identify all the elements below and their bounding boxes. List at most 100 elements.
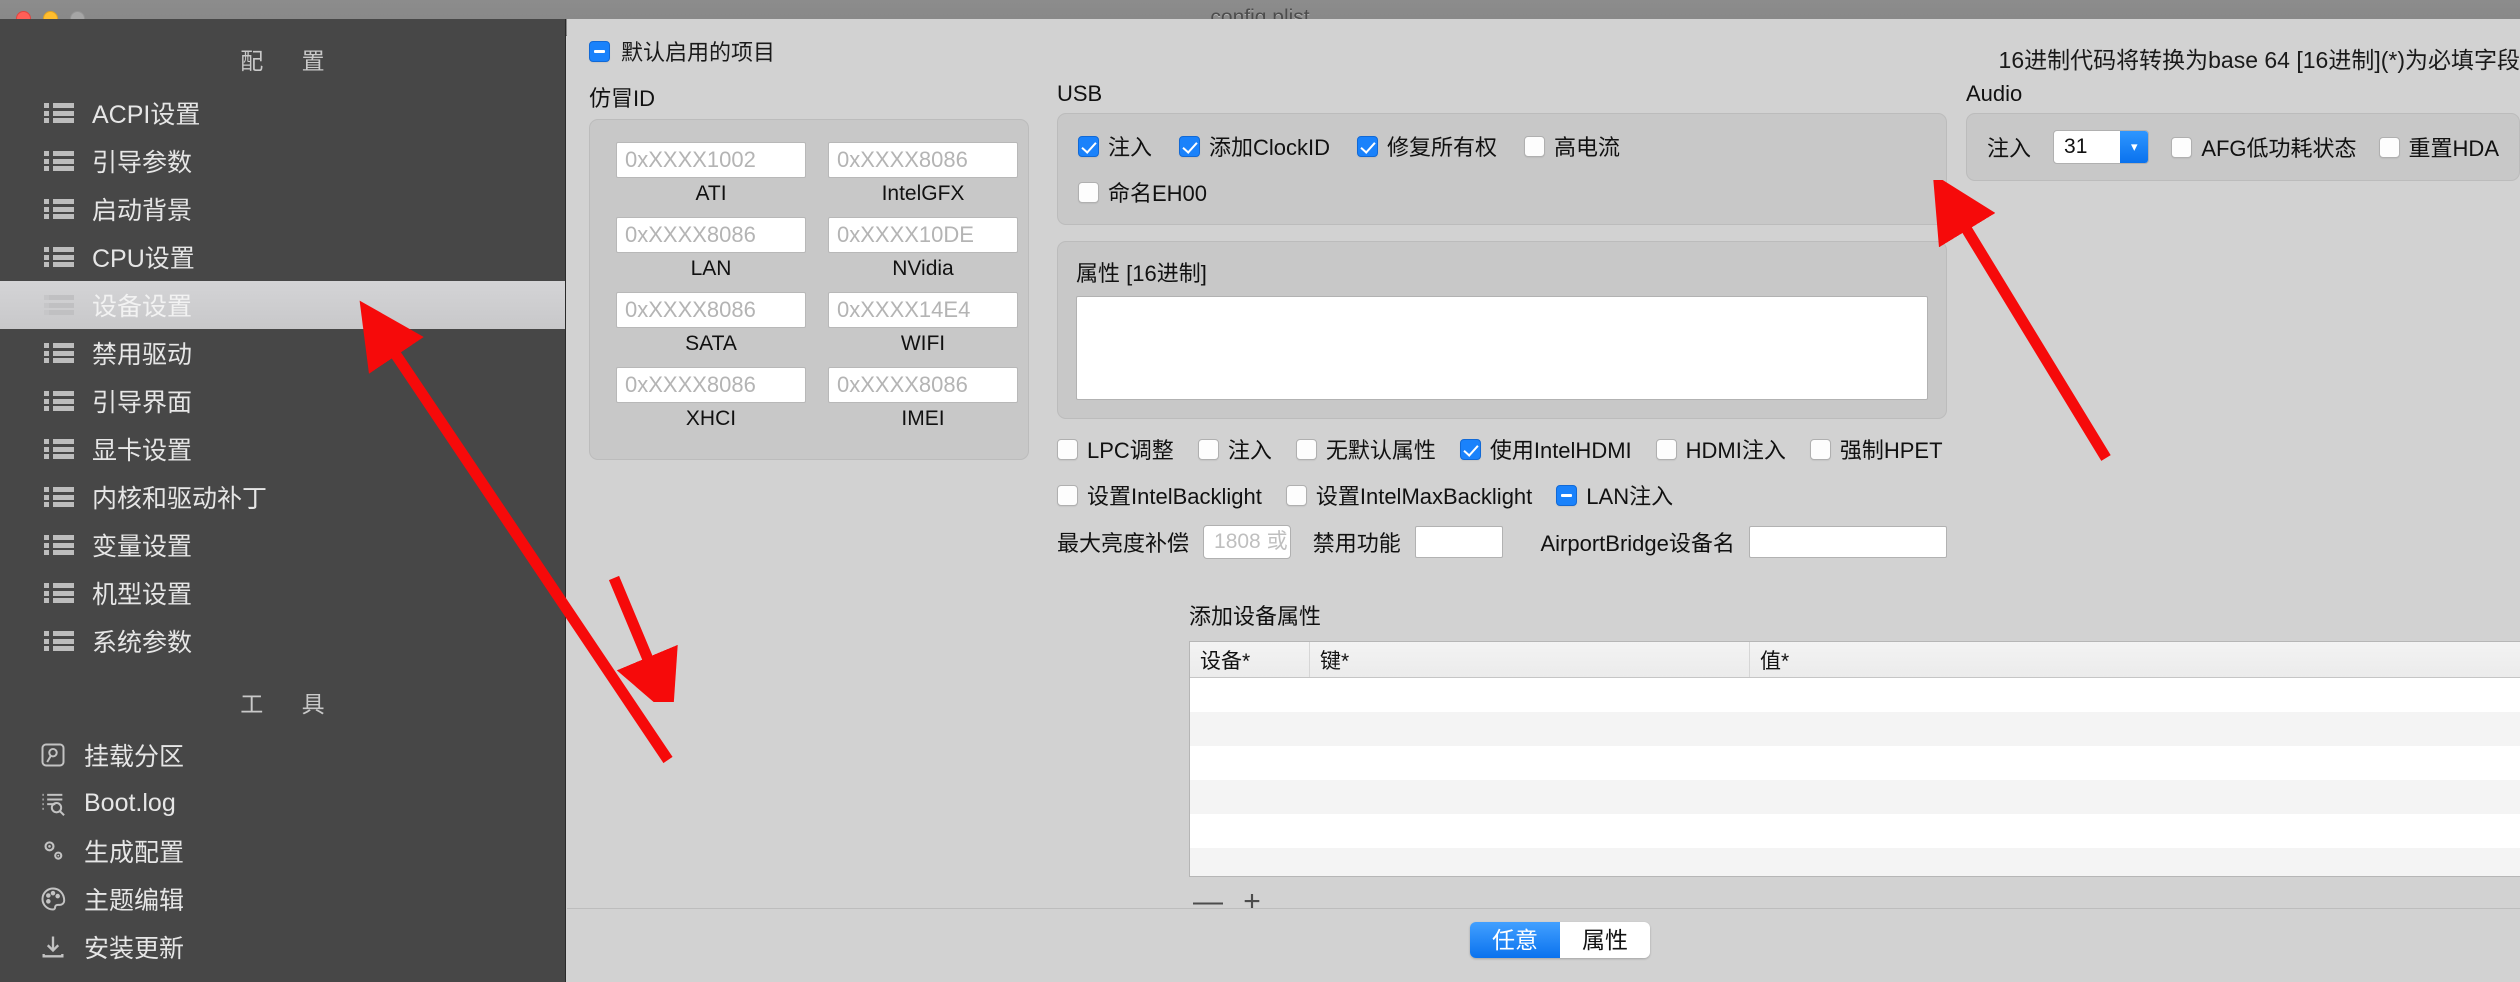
usb-option-checkbox-4[interactable] (1078, 181, 1099, 203)
sidebar-tool-4[interactable]: 安装更新 (0, 923, 565, 971)
sidebar-tool-3[interactable]: 主题编辑 (0, 875, 565, 923)
usb-option-checkbox-2[interactable] (1357, 135, 1379, 157)
sidebar-item-6[interactable]: 引导界面 (0, 377, 565, 425)
fake-id-input-intelgfx[interactable]: 0xXXXX8086 (828, 142, 1018, 178)
device-option-r1-label-1: 注入 (1227, 438, 1272, 463)
segment-0[interactable]: 任意 (1470, 922, 1560, 958)
usb-option-checkbox-0[interactable] (1078, 135, 1099, 157)
list-icon (44, 437, 74, 461)
disable-functions-input[interactable] (1414, 526, 1503, 558)
device-option-r1-1[interactable]: 注入 (1197, 433, 1272, 465)
device-option-r1-checkbox-0[interactable] (1057, 438, 1078, 460)
fake-id-cell-0: 0xXXXX1002 ATI (616, 142, 806, 208)
backlight-select[interactable]: 1808 或 0x710 ▾ (1203, 525, 1291, 559)
usb-option-4[interactable]: 命名EH00 (1078, 176, 1207, 208)
usb-option-3[interactable]: 高电流 (1524, 130, 1620, 162)
hex-hint-text: 16进制代码将转换为base 64 [16进制](*)为必填字段 (1998, 47, 2520, 73)
add-device-properties-title: 添加设备属性 (1189, 604, 1322, 629)
device-option-r1-3[interactable]: 使用IntelHDMI (1459, 433, 1632, 465)
device-option-r1-checkbox-2[interactable] (1295, 438, 1317, 460)
list-icon (44, 629, 74, 653)
device-option-r1-4[interactable]: HDMI注入 (1655, 433, 1786, 465)
gears-icon (38, 836, 68, 866)
fake-id-input-nvidia[interactable]: 0xXXXX10DE (828, 217, 1018, 253)
sidebar-item-label: 系统参数 (92, 629, 193, 657)
sidebar-item-11[interactable]: 系统参数 (0, 617, 565, 665)
device-option-r1-checkbox-5[interactable] (1809, 438, 1831, 460)
fake-id-input-imei[interactable]: 0xXXXX8086 (828, 367, 1018, 403)
sidebar-item-10[interactable]: 机型设置 (0, 569, 565, 617)
bottom-bar: 任意 属性 (567, 908, 2520, 982)
device-option-r1-5[interactable]: 强制HPET (1809, 433, 1943, 465)
sidebar-item-8[interactable]: 内核和驱动补丁 (0, 473, 565, 521)
audio-option-checkbox-1[interactable] (2378, 136, 2400, 158)
table-row[interactable] (1190, 712, 2520, 746)
device-option-r2-checkbox-1[interactable] (1285, 484, 1307, 506)
audio-inject-select[interactable]: 31 ▾ (2053, 130, 2150, 164)
usb-option-label-1: 添加ClockID (1209, 135, 1331, 160)
sidebar-item-7[interactable]: 显卡设置 (0, 425, 565, 473)
log-search-icon (38, 788, 68, 818)
audio-option-0[interactable]: AFG低功耗状态 (2171, 131, 2357, 163)
fake-id-input-sata[interactable]: 0xXXXX8086 (616, 292, 806, 328)
properties-textarea[interactable] (1076, 296, 1928, 400)
audio-options: AFG低功耗状态 重置HDA (2171, 131, 2499, 163)
device-option-r2-0[interactable]: 设置IntelBacklight (1057, 479, 1262, 511)
app-window: config.plist 配 置 ACPI设置 引导参数 启动背景 CPU设置 设备设置… (0, 0, 2520, 982)
fake-id-input-xhci[interactable]: 0xXXXX8086 (616, 367, 806, 403)
sidebar-tool-label: 主题编辑 (84, 887, 185, 915)
airport-bridge-input[interactable] (1748, 526, 1948, 558)
table-row[interactable] (1190, 678, 2520, 712)
enable-default-row[interactable]: 默认启用的项目 (589, 35, 775, 67)
device-option-r1-0[interactable]: LPC调整 (1057, 433, 1174, 465)
table-column-header-2[interactable]: 值* (1750, 642, 2520, 677)
device-option-r2-2[interactable]: LAN注入 (1556, 479, 1673, 511)
usb-option-checkbox-3[interactable] (1524, 135, 1546, 157)
fake-id-input-ati[interactable]: 0xXXXX1002 (616, 142, 806, 178)
device-option-r2-checkbox-0[interactable] (1057, 484, 1078, 506)
table-column-header-0[interactable]: 设备* (1190, 642, 1310, 677)
enable-default-checkbox[interactable] (589, 40, 610, 62)
sidebar-item-3[interactable]: CPU设置 (0, 233, 565, 281)
sidebar-tool-5[interactable]: 安装驱动 (0, 971, 565, 982)
sidebar-tool-0[interactable]: 挂载分区 (0, 731, 565, 779)
fake-id-input-wifi[interactable]: 0xXXXX14E4 (828, 292, 1018, 328)
sidebar-item-2[interactable]: 启动背景 (0, 185, 565, 233)
usb-option-2[interactable]: 修复所有权 (1357, 130, 1497, 162)
device-option-r1-2[interactable]: 无默认属性 (1295, 433, 1436, 465)
table-row[interactable] (1190, 814, 2520, 848)
sidebar-item-1[interactable]: 引导参数 (0, 137, 565, 185)
table-column-header-1[interactable]: 键* (1310, 642, 1750, 677)
segment-1[interactable]: 属性 (1560, 922, 1650, 958)
sidebar-tool-1[interactable]: Boot.log (0, 779, 565, 827)
audio-option-1[interactable]: 重置HDA (2378, 131, 2499, 163)
device-option-r1-checkbox-3[interactable] (1459, 438, 1481, 460)
usb-option-checkbox-1[interactable] (1179, 135, 1201, 157)
usb-option-0[interactable]: 注入 (1078, 130, 1152, 162)
device-option-r2-checkbox-2[interactable] (1556, 484, 1578, 506)
fake-id-cell-2: 0xXXXX8086 LAN (616, 217, 806, 283)
usb-option-1[interactable]: 添加ClockID (1179, 130, 1330, 162)
device-option-r1-label-0: LPC调整 (1087, 438, 1174, 463)
sidebar-item-label: ACPI设置 (92, 101, 201, 129)
sidebar-item-4[interactable]: 设备设置 (0, 281, 565, 329)
table-row[interactable] (1190, 848, 2520, 876)
list-icon (44, 293, 74, 317)
table-row[interactable] (1190, 780, 2520, 814)
device-option-r2-1[interactable]: 设置IntelMaxBacklight (1285, 479, 1532, 511)
table-row[interactable] (1190, 746, 2520, 780)
sidebar-item-0[interactable]: ACPI设置 (0, 89, 565, 137)
device-option-r1-checkbox-1[interactable] (1197, 438, 1219, 460)
fake-id-input-lan[interactable]: 0xXXXX8086 (616, 217, 806, 253)
audio-option-checkbox-0[interactable] (2171, 136, 2193, 158)
sidebar-item-5[interactable]: 禁用驱动 (0, 329, 565, 377)
sidebar-item-label: 引导界面 (92, 389, 193, 417)
fake-id-caption-wifi: WIFI (900, 332, 946, 355)
fake-id-caption-xhci: XHCI (685, 407, 737, 430)
audio-section: Audio 注入 31 ▾ AFG低功耗状态 重置HDA (1966, 81, 2520, 181)
device-options-row-3: 最大亮度补偿 1808 或 0x710 ▾ 禁用功能 AirportBridge… (1057, 525, 1948, 559)
device-option-r1-checkbox-4[interactable] (1655, 438, 1677, 460)
add-device-properties-section: 添加设备属性 设备*键*值*禁用值类型 — + (1189, 599, 2520, 917)
sidebar-item-9[interactable]: 变量设置 (0, 521, 565, 569)
sidebar-tool-2[interactable]: 生成配置 (0, 827, 565, 875)
